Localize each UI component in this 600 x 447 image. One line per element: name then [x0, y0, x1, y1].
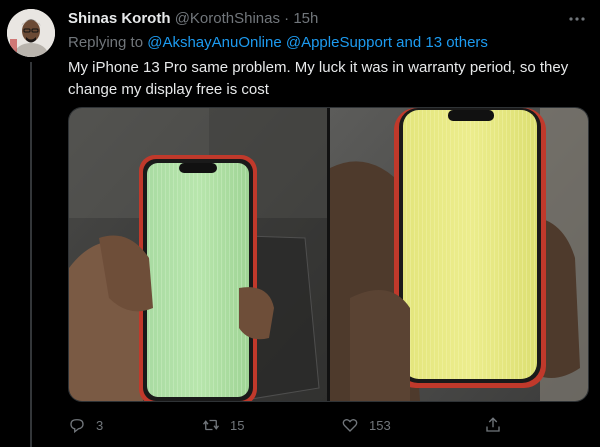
replying-to-label: Replying to — [68, 34, 148, 51]
reply-count: 3 — [96, 417, 104, 433]
tweet-header: Shinas Koroth @KorothShinas · 15h — [68, 9, 592, 29]
tweet-text: My iPhone 13 Pro same problem. My luck i… — [68, 59, 569, 98]
replying-to: Replying to @AkshayAnuOnline @AppleSuppo… — [68, 33, 488, 53]
mention-applesupport[interactable]: @AppleSupport — [286, 34, 392, 51]
more-options-icon[interactable] — [566, 9, 588, 29]
like-button[interactable]: 153 — [341, 414, 391, 436]
retweet-button[interactable]: 15 — [202, 414, 244, 436]
photo-green-screen-iphone[interactable] — [69, 108, 327, 401]
reply-button[interactable]: 3 — [68, 414, 103, 436]
mention-akshayanuonline[interactable]: @AkshayAnuOnline — [147, 34, 281, 51]
share-icon — [486, 417, 500, 432]
share-button[interactable] — [484, 414, 502, 436]
retweet-count: 15 — [230, 417, 245, 433]
retweet-icon — [202, 419, 220, 431]
avatar[interactable] — [7, 9, 55, 57]
photo-yellow-screen-iphone[interactable] — [330, 108, 588, 401]
tweet-actions: 3 15 153 — [68, 414, 500, 436]
mention-others-link[interactable]: and 13 others — [396, 34, 488, 51]
author-handle[interactable]: @KorothShinas — [175, 10, 280, 27]
heart-icon — [342, 418, 358, 432]
separator-dot: · — [284, 10, 290, 27]
like-count: 153 — [369, 417, 391, 433]
thread-line — [30, 62, 32, 447]
author-name[interactable]: Shinas Koroth — [68, 10, 171, 27]
tweet-timestamp[interactable]: 15h — [293, 10, 318, 27]
tweet-media[interactable] — [68, 107, 589, 402]
avatar-photo — [7, 9, 55, 57]
reply-icon — [70, 419, 84, 434]
